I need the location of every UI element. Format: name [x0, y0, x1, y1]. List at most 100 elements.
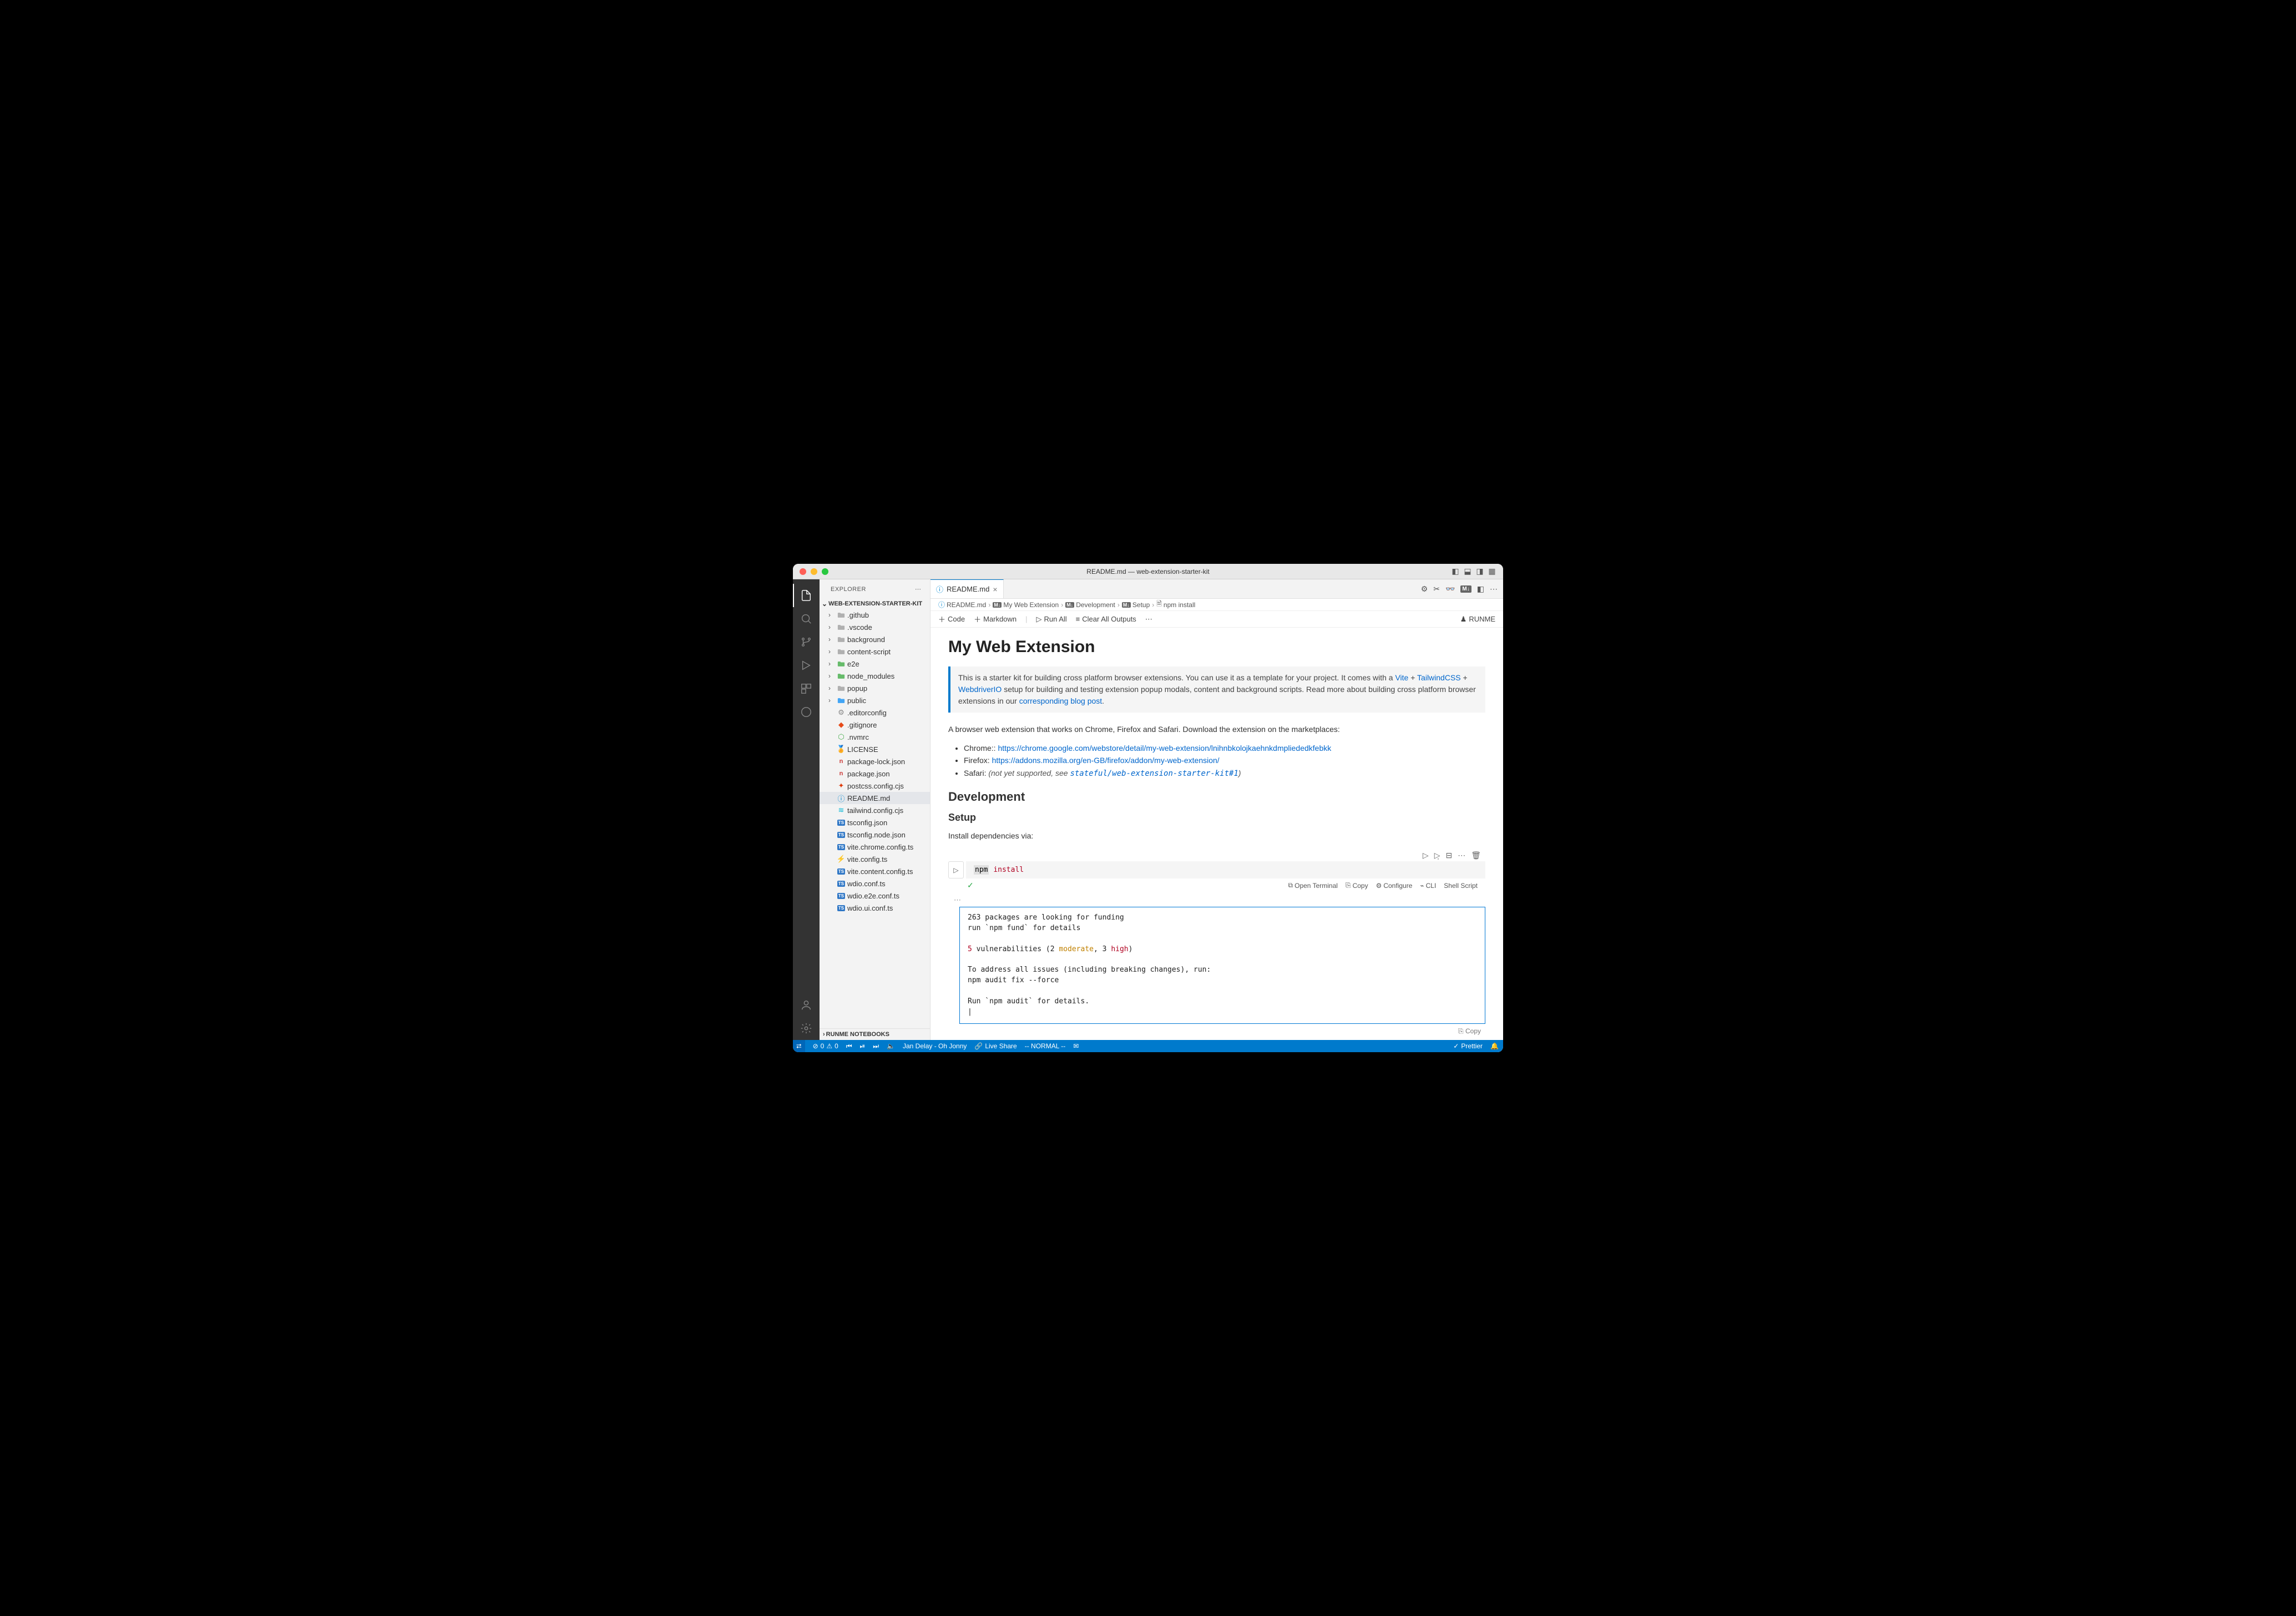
file-item[interactable]: npackage.json — [820, 767, 930, 780]
notebook-content: My Web Extension This is a starter kit f… — [930, 628, 1503, 1040]
split-cell-icon[interactable]: ⊟ — [1445, 851, 1452, 860]
inbox-icon[interactable]: ✉ — [1073, 1042, 1079, 1050]
prettier-button[interactable]: ✓ Prettier — [1453, 1042, 1483, 1050]
toolbar-more-icon[interactable]: ⋯ — [1145, 615, 1152, 624]
folder-item[interactable]: ›.github — [820, 609, 930, 621]
add-code-button[interactable]: ＋Code — [938, 614, 965, 624]
file-item[interactable]: ◆.gitignore — [820, 719, 930, 731]
breadcrumb-h1[interactable]: M↓My Web Extension — [993, 601, 1059, 609]
explorer-tab[interactable] — [793, 584, 820, 607]
link-icon[interactable]: 👓 — [1445, 584, 1455, 594]
problems-button[interactable]: ⊘ 0 ⚠ 0 — [813, 1042, 838, 1050]
tab-readme[interactable]: ⓘ README.md × — [930, 579, 1004, 598]
split-editor-icon[interactable]: ◧ — [1477, 584, 1484, 594]
file-item[interactable]: ⚙.editorconfig — [820, 706, 930, 719]
play-pause-icon[interactable]: ⏯ — [860, 1042, 866, 1051]
sidebar-section-runme[interactable]: › RUNME NOTEBOOKS — [820, 1028, 930, 1040]
layout-sidebar-left-icon[interactable]: ◧ — [1451, 567, 1460, 576]
link-blog[interactable]: corresponding blog post — [1019, 696, 1102, 705]
markdown-mode-badge[interactable]: M↓ — [1460, 585, 1471, 593]
more-actions-icon[interactable]: ⋯ — [1490, 584, 1498, 594]
copy-button[interactable]: ⎘ Copy — [1346, 881, 1368, 890]
file-item[interactable]: ✦postcss.config.cjs — [820, 780, 930, 792]
folder-item[interactable]: ›node_modules — [820, 670, 930, 682]
delete-cell-icon[interactable]: 🗑 — [1471, 851, 1481, 860]
breadcrumb-h3[interactable]: M↓Setup — [1122, 601, 1150, 609]
folder-item[interactable]: ›content-script — [820, 645, 930, 658]
cell-more-icon[interactable]: ⋯ — [1458, 851, 1465, 860]
folder-item[interactable]: ›public — [820, 694, 930, 706]
live-share-button[interactable]: 🔗 Live Share — [974, 1042, 1016, 1050]
file-item[interactable]: TStsconfig.node.json — [820, 829, 930, 841]
minimize-window-button[interactable] — [811, 568, 817, 575]
accounts-tab[interactable] — [793, 993, 820, 1017]
folder-item[interactable]: ›popup — [820, 682, 930, 694]
cli-button[interactable]: ⌁ CLI — [1420, 881, 1436, 890]
file-item[interactable]: ≋tailwind.config.cjs — [820, 804, 930, 816]
tree-item-label: content-script — [847, 648, 891, 656]
add-markdown-button[interactable]: ＋Markdown — [974, 614, 1016, 624]
output-ellipsis-icon[interactable]: ⋯ — [948, 896, 1485, 905]
folder-item[interactable]: ›background — [820, 633, 930, 645]
run-config-icon[interactable]: ⚙ — [1421, 584, 1428, 594]
customize-layout-icon[interactable]: ▦ — [1488, 567, 1496, 576]
bug-icon[interactable]: ✂ — [1433, 584, 1440, 594]
notifications-icon[interactable]: 🔔 — [1490, 1042, 1499, 1050]
extensions-tab[interactable] — [793, 677, 820, 700]
file-item[interactable]: ⓘREADME.md — [820, 792, 930, 804]
file-item[interactable]: ⚡vite.config.ts — [820, 853, 930, 865]
tree-item-label: postcss.config.cjs — [847, 782, 904, 790]
link-firefox[interactable]: https://addons.mozilla.org/en-GB/firefox… — [992, 756, 1220, 765]
project-header[interactable]: ⌄ WEB-EXTENSION-STARTER-KIT — [820, 599, 930, 609]
issue-link[interactable]: stateful/web-extension-starter-kit#1 — [1070, 769, 1238, 778]
next-track-icon[interactable]: ⏭ — [873, 1042, 879, 1051]
file-item[interactable]: TSvite.content.config.ts — [820, 865, 930, 877]
run-below-icon[interactable]: ▷̩ — [1434, 851, 1440, 860]
runme-kernel-button[interactable]: ♟RUNME — [1460, 615, 1495, 624]
run-all-button[interactable]: ▷Run All — [1036, 615, 1066, 624]
settings-tab[interactable] — [793, 1017, 820, 1040]
file-item[interactable]: TSwdio.ui.conf.ts — [820, 902, 930, 914]
run-cell-icon[interactable]: ▷ — [1423, 851, 1429, 860]
file-item[interactable]: TStsconfig.json — [820, 816, 930, 829]
github-tab[interactable] — [793, 700, 820, 724]
close-window-button[interactable] — [800, 568, 806, 575]
remote-button[interactable]: ⮂ — [793, 1040, 805, 1052]
link-chrome[interactable]: https://chrome.google.com/webstore/detai… — [998, 744, 1331, 753]
volume-icon[interactable]: 🔈 — [887, 1042, 895, 1050]
close-tab-icon[interactable]: × — [993, 585, 997, 594]
link-wdio[interactable]: WebdriverIO — [958, 685, 1002, 694]
sidebar-more-icon[interactable]: ⋯ — [915, 585, 921, 593]
file-item[interactable]: TSvite.chrome.config.ts — [820, 841, 930, 853]
output-copy-button[interactable]: ⎘ Copy — [948, 1026, 1485, 1037]
clear-outputs-button[interactable]: ≡Clear All Outputs — [1076, 615, 1136, 623]
file-item[interactable]: TSwdio.conf.ts — [820, 877, 930, 890]
folder-item[interactable]: ›.vscode — [820, 621, 930, 633]
layout-panel-icon[interactable]: ⬓ — [1463, 567, 1472, 576]
cell-output[interactable]: 263 packages are looking for funding run… — [959, 907, 1485, 1023]
breadcrumb-file[interactable]: ⓘREADME.md — [938, 600, 986, 609]
link-vite[interactable]: Vite — [1395, 673, 1408, 682]
source-control-tab[interactable] — [793, 630, 820, 654]
folder-item[interactable]: ›e2e — [820, 658, 930, 670]
code-input[interactable]: npm install — [966, 861, 1485, 878]
breadcrumb-cmd[interactable]: 🗎npm install — [1156, 599, 1195, 610]
chevron-right-icon: › — [828, 660, 836, 668]
layout-sidebar-right-icon[interactable]: ◨ — [1475, 567, 1484, 576]
maximize-window-button[interactable] — [822, 568, 828, 575]
configure-button[interactable]: ⚙ Configure — [1376, 881, 1413, 890]
link-tailwind[interactable]: TailwindCSS — [1417, 673, 1461, 682]
file-item[interactable]: ⬡.nvmrc — [820, 731, 930, 743]
run-cell-button[interactable]: ▷ — [948, 861, 964, 878]
prev-track-icon[interactable]: ⏮ — [846, 1042, 852, 1051]
cursor: | — [968, 1008, 972, 1016]
open-terminal-button[interactable]: ⧉ Open Terminal — [1288, 881, 1338, 890]
breadcrumb-h2[interactable]: M↓Development — [1065, 601, 1115, 609]
now-playing[interactable]: Jan Delay - Oh Jonny — [903, 1042, 967, 1050]
file-item[interactable]: TSwdio.e2e.conf.ts — [820, 890, 930, 902]
file-item[interactable]: 🏅LICENSE — [820, 743, 930, 755]
file-item[interactable]: npackage-lock.json — [820, 755, 930, 767]
cell-language-label[interactable]: Shell Script — [1444, 881, 1478, 890]
run-debug-tab[interactable] — [793, 654, 820, 677]
search-tab[interactable] — [793, 607, 820, 630]
